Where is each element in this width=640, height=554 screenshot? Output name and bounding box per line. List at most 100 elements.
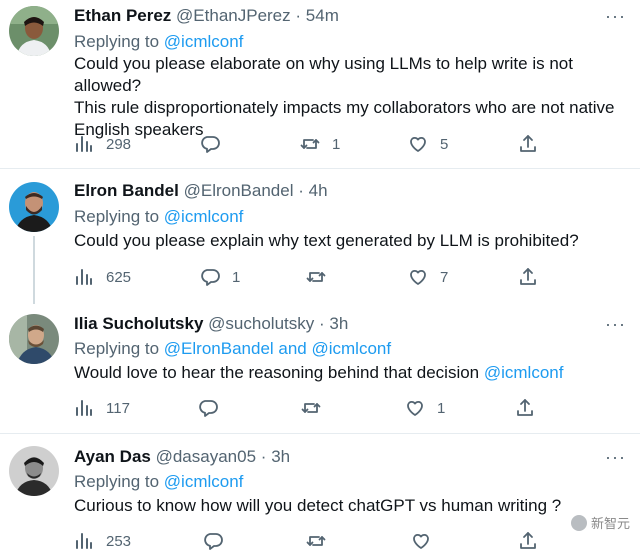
author-handle[interactable]: @ElronBandel — [184, 181, 294, 200]
tweet-elron-bandel[interactable]: Elron Bandel @ElronBandel · 4h Replying … — [0, 169, 640, 304]
tweet-text-line: This rule disproportionately impacts my … — [74, 98, 615, 117]
retweet-count: 1 — [332, 135, 341, 153]
tweet-text-line: Could you please elaborate on why using … — [74, 54, 573, 95]
share-button[interactable] — [518, 530, 538, 552]
views-icon — [76, 533, 92, 549]
reply-icon — [201, 269, 220, 286]
tweet-ethan-perez[interactable]: Ethan Perez @EthanJPerez · 54m ··· Reply… — [0, 0, 640, 168]
views-button[interactable]: 253 — [74, 530, 131, 552]
like-button[interactable]: 7 — [408, 266, 448, 288]
replying-to-label: Replying to — [74, 32, 160, 51]
views-button[interactable]: 298 — [74, 133, 131, 155]
views-count: 625 — [106, 268, 132, 286]
retweet-button[interactable]: 1 — [300, 133, 340, 155]
like-button[interactable]: 1 — [405, 397, 445, 419]
share-button[interactable] — [515, 397, 535, 419]
replying-to-label: Replying to — [74, 339, 160, 358]
avatar[interactable] — [9, 314, 59, 364]
author-name[interactable]: Elron Bandel — [74, 181, 179, 200]
retweet-icon — [306, 272, 326, 282]
avatar[interactable] — [9, 446, 59, 496]
tweet-text: Curious to know how will you detect chat… — [74, 495, 634, 517]
watermark-text: 新智元 — [590, 516, 630, 531]
reply-count: 1 — [232, 268, 241, 286]
author-name[interactable]: Ayan Das — [74, 447, 151, 466]
like-button[interactable] — [411, 530, 431, 552]
action-bar: 253 — [74, 530, 544, 552]
separator-dot: · — [260, 447, 267, 466]
like-count: 5 — [440, 135, 449, 153]
tweet-ayan-das[interactable]: Ayan Das @dasayan05 · 3h ··· Replying to… — [0, 434, 640, 554]
tweet-text: Could you please elaborate on why using … — [74, 53, 634, 141]
reply-button[interactable] — [198, 397, 230, 419]
timestamp[interactable]: 3h — [329, 314, 348, 333]
views-count: 298 — [106, 135, 132, 153]
tweet-ilia-sucholutsky[interactable]: Ilia Sucholutsky @sucholutsky · 3h ··· R… — [0, 301, 640, 433]
author-handle[interactable]: @dasayan05 — [156, 447, 256, 466]
reply-icon — [199, 400, 218, 417]
author-name[interactable]: Ilia Sucholutsky — [74, 314, 203, 333]
heart-icon — [410, 136, 426, 152]
author-name[interactable]: Ethan Perez — [74, 6, 171, 25]
retweet-icon — [300, 139, 320, 149]
views-button[interactable]: 625 — [74, 266, 131, 288]
reply-button[interactable] — [200, 133, 232, 155]
mention-link[interactable]: @icmlconf — [164, 472, 244, 491]
tweet-text-line: Would love to hear the reasoning behind … — [74, 363, 484, 382]
replying-to-label: Replying to — [74, 207, 160, 226]
separator-dot: · — [318, 314, 325, 333]
replying-to: Replying to @icmlconf — [74, 31, 243, 53]
separator-dot: · — [295, 6, 302, 25]
avatar[interactable] — [9, 182, 59, 232]
reply-icon — [201, 136, 220, 153]
like-count: 1 — [437, 399, 446, 417]
heart-icon — [410, 269, 426, 285]
retweet-button[interactable] — [306, 266, 338, 288]
views-icon — [76, 136, 92, 152]
timestamp[interactable]: 4h — [309, 181, 328, 200]
share-button[interactable] — [518, 133, 538, 155]
share-icon — [520, 268, 536, 285]
reply-button[interactable] — [203, 530, 223, 552]
author-handle[interactable]: @sucholutsky — [208, 314, 314, 333]
timestamp[interactable]: 3h — [271, 447, 290, 466]
more-options-icon[interactable]: ··· — [605, 315, 626, 333]
thread-line — [33, 236, 35, 304]
replying-to: Replying to @icmlconf — [74, 471, 243, 493]
heart-icon — [413, 533, 429, 549]
retweet-button[interactable] — [306, 530, 326, 552]
views-count: 253 — [106, 532, 132, 550]
share-button[interactable] — [518, 266, 538, 288]
retweet-button[interactable] — [301, 397, 333, 419]
share-icon — [517, 399, 533, 416]
like-count: 7 — [440, 268, 449, 286]
views-button[interactable]: 117 — [74, 397, 130, 419]
avatar[interactable] — [9, 6, 59, 56]
more-options-icon[interactable]: ··· — [605, 448, 626, 466]
views-count: 117 — [106, 399, 130, 417]
mention-link[interactable]: @icmlconf — [484, 363, 564, 382]
mention-link[interactable]: @ElronBandel and @icmlconf — [164, 339, 391, 358]
views-icon — [76, 400, 92, 416]
share-icon — [520, 135, 536, 152]
mention-link[interactable]: @icmlconf — [164, 207, 244, 226]
reply-button[interactable]: 1 — [200, 266, 240, 288]
watermark: 新智元 — [570, 513, 630, 532]
like-button[interactable]: 5 — [408, 133, 448, 155]
tweet-text: Could you please explain why text genera… — [74, 230, 634, 252]
action-bar: 298 1 5 — [74, 133, 544, 155]
timestamp[interactable]: 54m — [306, 6, 339, 25]
reply-icon — [204, 533, 223, 550]
action-bar: 117 1 — [74, 397, 544, 419]
heart-icon — [407, 400, 423, 416]
retweet-icon — [301, 403, 321, 413]
tweet-text-line: Curious to know how will you detect chat… — [74, 496, 562, 515]
author-handle[interactable]: @EthanJPerez — [176, 6, 291, 25]
tweet-text: Would love to hear the reasoning behind … — [74, 362, 634, 384]
mention-link[interactable]: @icmlconf — [164, 32, 244, 51]
share-icon — [520, 532, 536, 549]
tweet-text-line: Could you please explain why text genera… — [74, 231, 579, 250]
more-options-icon[interactable]: ··· — [605, 7, 626, 25]
separator-dot: · — [298, 181, 304, 200]
views-icon — [76, 269, 92, 285]
